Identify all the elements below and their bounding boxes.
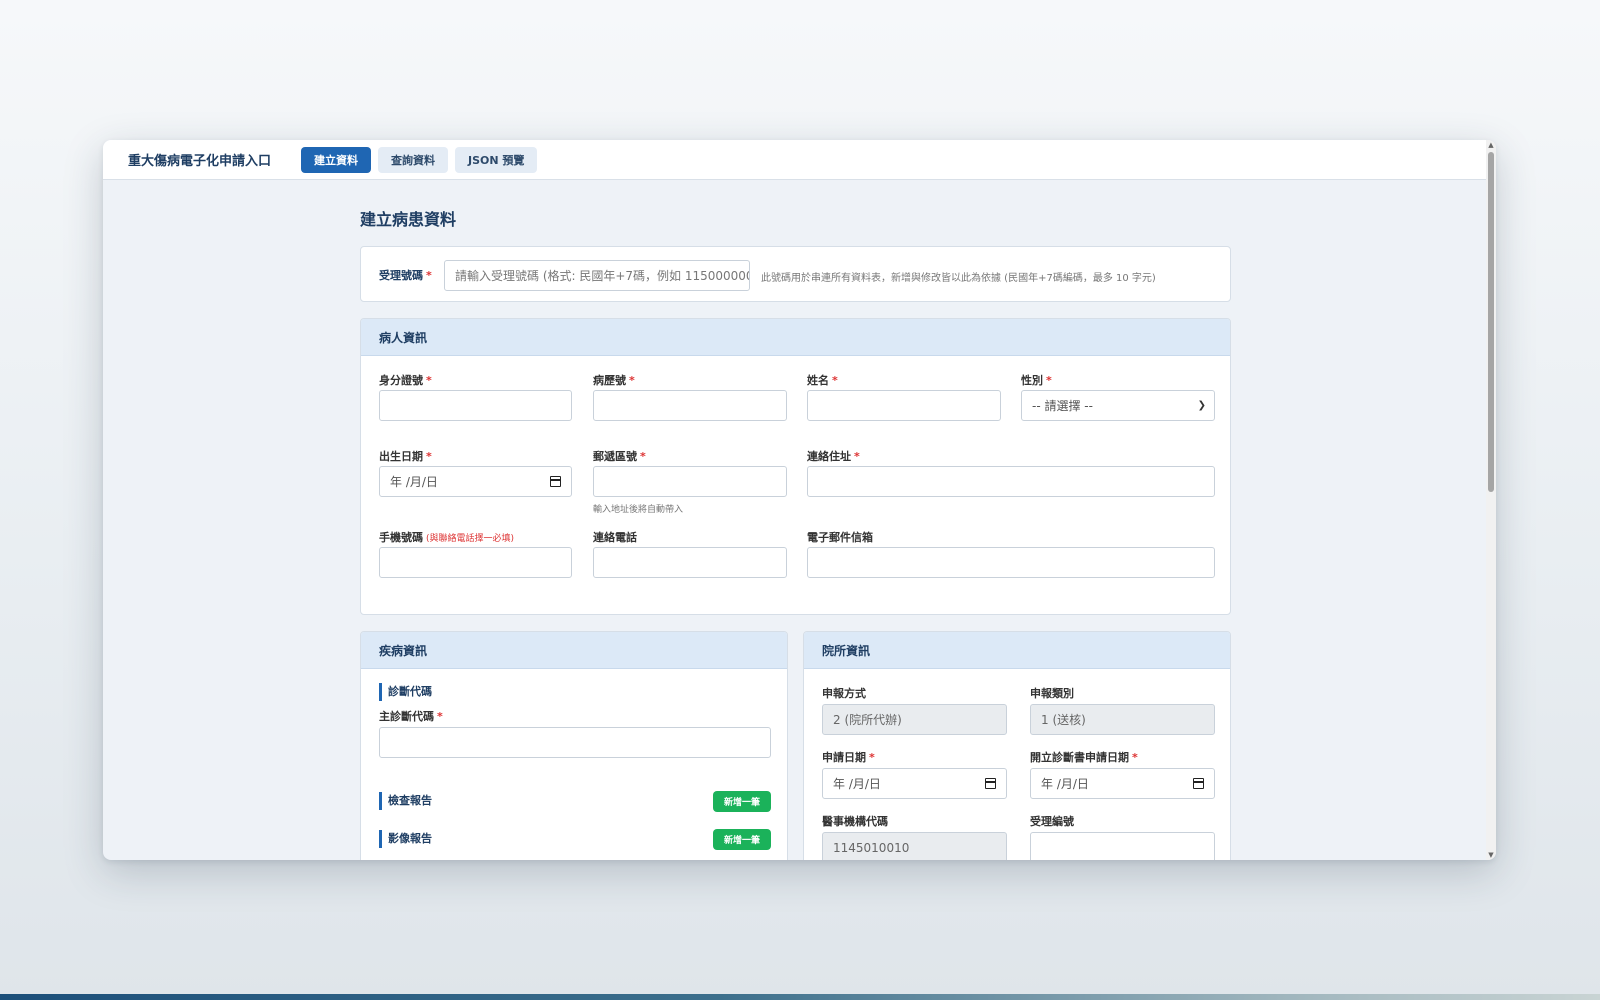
cert-date-input[interactable]: 年 /月/日 bbox=[1030, 768, 1215, 799]
add-imaging-report-button[interactable]: 新增一筆 bbox=[713, 829, 771, 850]
mobile-label: 手機號碼 (與聯絡電話擇一必填) bbox=[379, 531, 515, 544]
address-label: 連絡住址 * bbox=[807, 450, 860, 463]
case-number-hint: 此號碼用於串連所有資料表，新增與修改皆以此為依據 (民國年+7碼編碼，最多 10… bbox=[761, 273, 1156, 284]
address-input[interactable] bbox=[807, 466, 1215, 497]
clinic-info-card: 院所資訊 申報方式 2 (院所代辦) 申報類別 1 (送核) 申請日期 * 年 /… bbox=[803, 631, 1231, 860]
phone-label: 連絡電話 bbox=[593, 531, 637, 544]
gender-label: 性別 * bbox=[1021, 374, 1052, 387]
email-input[interactable] bbox=[807, 547, 1215, 578]
main-diagnosis-input[interactable] bbox=[379, 727, 771, 758]
disease-info-card: 疾病資訊 診斷代碼 主診斷代碼 * 檢查報告 新增一筆 影像報告 新增一筆 bbox=[360, 631, 788, 860]
scroll-thumb[interactable] bbox=[1488, 152, 1494, 492]
apply-date-input[interactable]: 年 /月/日 bbox=[822, 768, 1007, 799]
birth-date-label: 出生日期 * bbox=[379, 450, 432, 463]
page-title: 建立病患資料 bbox=[360, 210, 457, 229]
report-method-input: 2 (院所代辦) bbox=[822, 704, 1007, 735]
imaging-report-section: 影像報告 bbox=[379, 830, 432, 848]
accept-number-input[interactable] bbox=[1030, 832, 1215, 860]
cert-date-label: 開立診斷書申請日期 * bbox=[1030, 751, 1138, 764]
report-type-label: 申報類別 bbox=[1030, 687, 1074, 700]
patient-info-header: 病人資訊 bbox=[361, 319, 1230, 356]
birth-date-input[interactable]: 年 /月/日 bbox=[379, 466, 572, 497]
name-input[interactable] bbox=[807, 390, 1001, 421]
accept-number-label: 受理編號 bbox=[1030, 815, 1074, 828]
postal-code-hint: 輸入地址後將自動帶入 bbox=[593, 505, 684, 515]
chart-number-label: 病歷號 * bbox=[593, 374, 635, 387]
tab-query[interactable]: 查詢資料 bbox=[378, 146, 449, 173]
tab-create[interactable]: 建立資料 bbox=[301, 146, 372, 173]
calendar-icon[interactable] bbox=[984, 778, 996, 789]
gender-select[interactable]: -- 請選擇 -- ❯ bbox=[1021, 390, 1215, 421]
tab-json-preview[interactable]: JSON 預覽 bbox=[455, 146, 538, 173]
calendar-icon[interactable] bbox=[549, 476, 561, 487]
bottom-accent-bar bbox=[0, 994, 1600, 1000]
case-number-card: 受理號碼 * 請輸入受理號碼 (格式: 民國年+7碼，例如 1150000001 … bbox=[360, 246, 1231, 302]
apply-date-label: 申請日期 * bbox=[822, 751, 875, 764]
report-type-input: 1 (送核) bbox=[1030, 704, 1215, 735]
case-number-label: 受理號碼 * bbox=[379, 269, 432, 282]
chevron-down-icon: ❯ bbox=[1197, 400, 1206, 411]
id-number-input[interactable] bbox=[379, 390, 572, 421]
patient-info-card: 病人資訊 身分證號 * 病歷號 * 姓名 * 性別 * -- 請選擇 -- ❯ 出生日期… bbox=[360, 318, 1231, 615]
email-label: 電子郵件信箱 bbox=[807, 531, 873, 544]
app-brand[interactable]: 重大傷病電子化申請入口 bbox=[128, 150, 271, 169]
main-diagnosis-label: 主診斷代碼 * bbox=[379, 710, 443, 723]
vertical-scrollbar[interactable]: ▲ ▼ bbox=[1486, 140, 1496, 860]
hospital-code-label: 醫事機構代碼 bbox=[822, 815, 888, 828]
mobile-required-note: (與聯絡電話擇一必填) bbox=[426, 534, 515, 544]
add-exam-report-button[interactable]: 新增一筆 bbox=[713, 791, 771, 812]
name-label: 姓名 * bbox=[807, 374, 838, 387]
case-number-input[interactable]: 請輸入受理號碼 (格式: 民國年+7碼，例如 1150000001 bbox=[444, 260, 750, 291]
top-navbar: 重大傷病電子化申請入口 建立資料 查詢資料 JSON 預覽 bbox=[103, 140, 1486, 180]
chart-number-input[interactable] bbox=[593, 390, 787, 421]
exam-report-section: 檢查報告 bbox=[379, 792, 432, 810]
clinic-info-header: 院所資訊 bbox=[804, 632, 1230, 669]
mobile-input[interactable] bbox=[379, 547, 572, 578]
diagnosis-code-section: 診斷代碼 bbox=[379, 683, 432, 701]
scroll-up-arrow-icon[interactable]: ▲ bbox=[1486, 140, 1496, 150]
calendar-icon[interactable] bbox=[1192, 778, 1204, 789]
scroll-down-arrow-icon[interactable]: ▼ bbox=[1486, 850, 1496, 860]
hospital-code-input: 1145010010 bbox=[822, 832, 1007, 860]
disease-info-header: 疾病資訊 bbox=[361, 632, 787, 669]
postal-code-label: 郵遞區號 * bbox=[593, 450, 646, 463]
report-method-label: 申報方式 bbox=[822, 687, 866, 700]
id-number-label: 身分證號 * bbox=[379, 374, 432, 387]
browser-window: 重大傷病電子化申請入口 建立資料 查詢資料 JSON 預覽 ▲ ▼ 建立病患資料… bbox=[103, 140, 1496, 860]
postal-code-input[interactable] bbox=[593, 466, 787, 497]
phone-input[interactable] bbox=[593, 547, 787, 578]
